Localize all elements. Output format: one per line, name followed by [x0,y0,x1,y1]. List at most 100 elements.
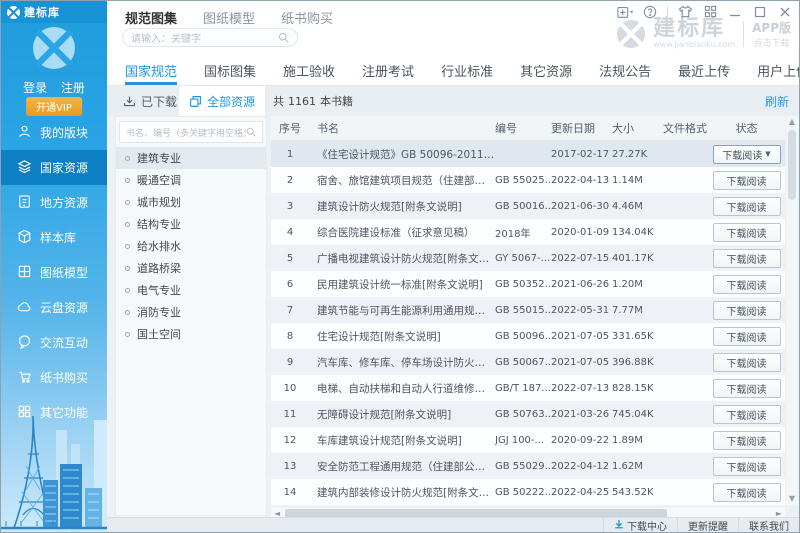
table-row[interactable]: 3 建筑设计防火规范[附条文说明] GB 50016... 2021-06-30 4.4… [271,193,785,219]
capture-icon[interactable] [617,4,633,19]
vertical-scroll-thumb[interactable] [788,130,796,200]
theme-skin-icon[interactable] [677,4,693,19]
login-link[interactable]: 登录 [23,81,47,95]
table-row[interactable]: 10 电梯、自动扶梯和自动人行道维修规范 GB/T 187... 2022-07-13… [271,375,785,401]
scroll-down-icon[interactable]: ▼ [789,495,795,503]
table-row[interactable]: 7 建筑节能与可再生能源利用通用规范[附条文说明]GB 55015...2022-… [271,297,785,323]
table-row[interactable]: 11 无障碍设计规范[附条文说明] GB 50763... 2021-03-26 745… [271,401,785,427]
sidebar-item-交流互动[interactable]: 交流互动 [1,325,107,360]
status-bar: 下载中心 更新提醒 联系我们 [107,517,799,532]
cell-no: 11 [283,408,297,420]
statusbar-更新提醒[interactable]: 更新提醒 [677,518,738,532]
cell-no: 9 [286,356,294,368]
download-read-button[interactable]: 下载阅读 [712,196,781,216]
scroll-up-icon[interactable]: ▲ [789,118,795,126]
sidebar-item-纸书购买[interactable]: 纸书购买 [1,360,107,395]
nav-tab-纸书购买[interactable]: 纸书购买 [281,8,333,27]
sidebar-item-样本库[interactable]: 样本库 [1,220,107,255]
filter-category-城市规划[interactable]: 城市规划 [116,191,266,213]
statusbar-联系我们[interactable]: 联系我们 [738,518,799,532]
category-tab-用户上传[interactable]: 用户上传 [757,56,799,85]
cell-no: 6 [286,278,294,290]
open-vip-button[interactable]: 开通VIP [26,97,82,116]
category-tab-注册考试[interactable]: 注册考试 [362,56,414,85]
tab-downloaded[interactable]: 已下载 [123,86,177,116]
download-read-button[interactable]: 下载阅读 [712,248,781,268]
sidebar-item-地方资源[interactable]: 地方资源 [1,185,107,220]
download-read-button[interactable]: 下载阅读 [712,456,781,476]
sidebar-item-我的版块[interactable]: 我的版块 [1,115,107,150]
refresh-button[interactable]: 刷新 [765,86,789,116]
bullet-icon [125,199,130,205]
download-read-button[interactable]: 下载阅读 [712,170,781,190]
download-read-button[interactable]: 下载阅读 [712,300,781,320]
category-tab-施工验收[interactable]: 施工验收 [283,56,335,85]
download-read-button[interactable]: 下载阅读 [712,222,781,242]
sidebar-item-云盘资源[interactable]: 云盘资源 [1,290,107,325]
category-tab-国家规范[interactable]: 国家规范 [125,56,178,85]
sidebar-item-国家资源[interactable]: 国家资源 [1,150,107,185]
download-read-button[interactable]: 下载阅读 [712,482,781,502]
maximize-icon[interactable] [752,4,768,19]
filter-category-结构专业[interactable]: 结构专业 [116,213,266,235]
cell-no: 12 [283,434,297,446]
help-icon[interactable] [642,4,658,19]
category-tab-国标图集[interactable]: 国标图集 [204,56,256,85]
cell-code: JGJ 100-... [495,434,545,446]
filter-category-消防专业[interactable]: 消防专业 [116,301,266,323]
cell-title: 《住宅设计规范》GB 50096-2011局部修订条文及说... [317,148,495,161]
nav-tab-规范图集[interactable]: 规范图集 [125,8,177,27]
table-row[interactable]: 6 民用建筑设计统一标准[附条文说明] GB 50352... 2021-06-26 1… [271,271,785,297]
statusbar-下载中心[interactable]: 下载中心 [603,518,677,532]
category-tab-法规公告[interactable]: 法规公告 [599,56,651,85]
filter-category-给水排水[interactable]: 给水排水 [116,235,266,257]
table-row[interactable]: 12 车库建筑设计规范[附条文说明] JGJ 100-... 2020-09-22 1.… [271,427,785,453]
sidebar-item-label: 国家资源 [40,161,89,175]
download-read-button[interactable]: 下载阅读 [712,274,781,294]
nav-tab-图纸模型[interactable]: 图纸模型 [203,8,255,27]
sidebar-item-图纸模型[interactable]: 图纸模型 [1,255,107,290]
big-brand-logo-icon [33,27,75,69]
bullet-icon [125,265,130,271]
cell-no: 2 [286,174,294,186]
download-read-button[interactable]: 下载阅读 [712,326,781,346]
global-search-input[interactable]: 请输入：关键字 [122,28,298,47]
table-row[interactable]: 1 《住宅设计规范》GB 50096-2011局部修订条文及说... 2017-02… [271,141,785,167]
cell-no: 7 [286,304,294,316]
vertical-scrollbar[interactable]: ▲ ▼ [786,116,798,505]
apps-grid-icon[interactable] [702,4,718,19]
download-read-button[interactable]: 下载阅读 [712,404,781,424]
filter-category-道路桥梁[interactable]: 道路桥梁 [116,257,266,279]
tab-all-resources[interactable]: 全部资源 [179,86,265,116]
download-read-button[interactable]: 下载阅读 [712,430,781,450]
table-row[interactable]: 2 宿舍、旅馆建筑项目规范（住建部公开版）GB 55025...2022-04-1… [271,167,785,193]
download-read-button[interactable]: 下载阅读 ▼ [712,144,781,164]
download-read-label: 下载阅读 [726,332,767,344]
table-row[interactable]: 13 安全防范工程通用规范（住建部公开版） GB 55029... 2022-04-1… [271,453,785,479]
table-row[interactable]: 9 汽车库、修车库、停车场设计防火规范[附条文说明]GB 50067...2021… [271,349,785,375]
filter-category-label: 城市规划 [137,196,181,209]
table-row[interactable]: 14 建筑内部装修设计防火规范[附条文说明] GB 50222... 2022-04-… [271,479,785,505]
filter-category-建筑专业[interactable]: 建筑专业 [116,147,266,169]
watermark-app-download[interactable]: APP版 点击下载 [752,19,791,49]
download-read-button[interactable]: 下载阅读 [712,352,781,372]
table-row[interactable]: 8 住宅设计规范[附条文说明] GB 50096... 2021-07-05 331.6… [271,323,785,349]
download-read-button[interactable]: 下载阅读 [712,378,781,398]
table-row[interactable]: 4 综合医院建设标准（征求意见稿） 2018年 2020-01-09 134.04K 下载… [271,219,785,245]
filter-category-电气专业[interactable]: 电气专业 [116,279,266,301]
filter-category-国土空间[interactable]: 国土空间 [116,323,266,345]
sidebar-item-其它功能[interactable]: 其它功能 [1,395,107,430]
filter-category-label: 国土空间 [137,328,181,341]
category-tab-行业标准[interactable]: 行业标准 [441,56,493,85]
close-icon[interactable] [777,4,793,19]
category-tab-最近上传[interactable]: 最近上传 [678,56,730,85]
category-tab-bar: 国家规范国标图集施工验收注册考试行业标准其它资源法规公告最近上传用户上传 [107,56,799,86]
category-tab-其它资源[interactable]: 其它资源 [520,56,572,85]
filter-search-input[interactable]: 书名、编号（多关键字用空格分隔） [119,121,263,143]
table-row[interactable]: 5 广播电视建筑设计防火规范[附条文说明] GY 5067-... 2022-07-1… [271,245,785,271]
cell-size: 1.89M [612,434,643,446]
register-link[interactable]: 注册 [61,81,85,95]
cell-date: 2021-03-26 [551,408,610,420]
minimize-icon[interactable] [727,4,743,19]
filter-category-暖通空调[interactable]: 暖通空调 [116,169,266,191]
